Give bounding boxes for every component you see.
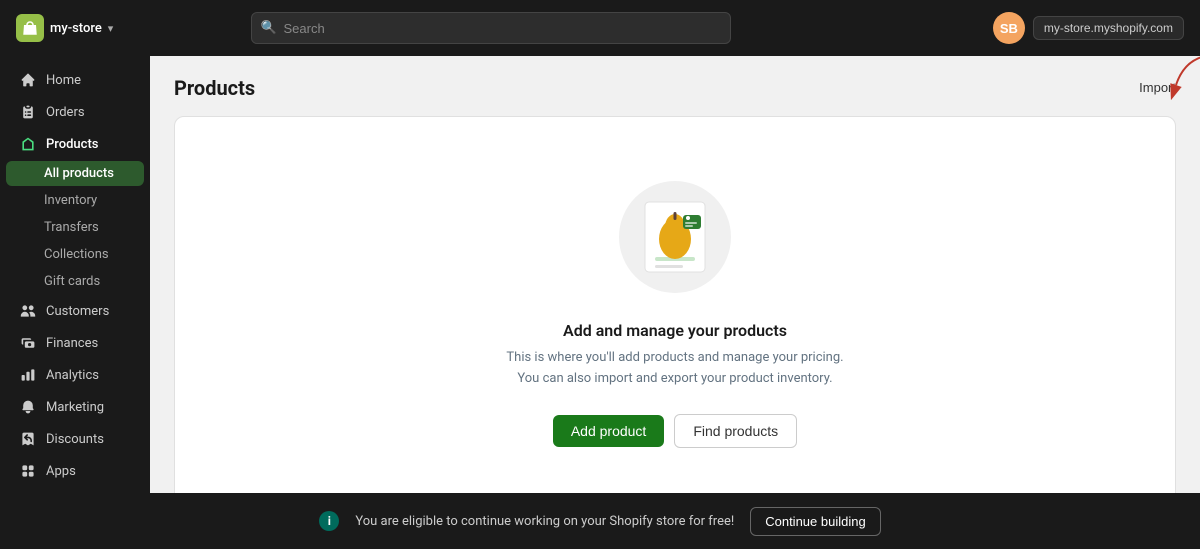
add-product-button[interactable]: Add product <box>553 415 665 447</box>
sidebar-label-finances: Finances <box>46 336 98 351</box>
action-buttons: Add product Find products <box>553 414 797 448</box>
bag-icon <box>21 19 39 37</box>
sidebar-subitem-collections[interactable]: Collections <box>6 242 144 267</box>
empty-state-description: This is where you'll add products and ma… <box>506 348 843 390</box>
search-icon: 🔍 <box>261 21 277 36</box>
sidebar-item-orders[interactable]: Orders <box>6 97 144 127</box>
store-name[interactable]: my-store <box>50 21 102 36</box>
sidebar-item-marketing[interactable]: Marketing <box>6 392 144 422</box>
main-content: Products Import <box>150 56 1200 493</box>
orders-icon <box>20 104 36 120</box>
sidebar-label-marketing: Marketing <box>46 400 104 415</box>
sidebar-subitem-inventory[interactable]: Inventory <box>6 188 144 213</box>
products-empty-state: Add and manage your products This is whe… <box>174 116 1176 493</box>
sidebar-sublabel-transfers: Transfers <box>44 220 99 235</box>
sidebar-sublabel-all-products: All products <box>44 166 114 181</box>
sidebar-label-customers: Customers <box>46 304 109 319</box>
sidebar-item-discounts[interactable]: Discounts <box>6 424 144 454</box>
sidebar-subitem-transfers[interactable]: Transfers <box>6 215 144 240</box>
avatar[interactable]: SB <box>993 12 1025 44</box>
discounts-icon <box>20 431 36 447</box>
search-bar: 🔍 <box>251 12 731 44</box>
marketing-icon <box>20 399 36 415</box>
product-illustration <box>615 177 735 297</box>
sidebar-label-orders: Orders <box>46 105 85 120</box>
sidebar-sublabel-collections: Collections <box>44 247 109 262</box>
sidebar-label-home: Home <box>46 73 81 88</box>
store-button[interactable]: my-store.myshopify.com <box>1033 16 1184 40</box>
sidebar-sublabel-inventory: Inventory <box>44 193 97 208</box>
logo-area: my-store ▾ <box>16 14 113 42</box>
finances-icon <box>20 335 36 351</box>
empty-state-illustration <box>615 177 735 297</box>
topbar-right: SB my-store.myshopify.com <box>993 12 1184 44</box>
sidebar-item-apps[interactable]: Apps <box>6 456 144 486</box>
analytics-icon <box>20 367 36 383</box>
page-header: Products Import <box>174 76 1176 100</box>
store-dropdown-icon[interactable]: ▾ <box>108 22 114 35</box>
products-icon <box>20 136 36 152</box>
sidebar-item-products[interactable]: Products <box>6 129 144 159</box>
find-products-button[interactable]: Find products <box>674 414 797 448</box>
empty-state-title: Add and manage your products <box>563 321 787 340</box>
sidebar-label-discounts: Discounts <box>46 432 104 447</box>
customers-icon <box>20 303 36 319</box>
sidebar-label-analytics: Analytics <box>46 368 99 383</box>
bottom-banner: i You are eligible to continue working o… <box>0 493 1200 549</box>
sidebar-item-home[interactable]: Home <box>6 65 144 95</box>
sidebar-sublabel-gift-cards: Gift cards <box>44 274 100 289</box>
sidebar-label-products: Products <box>46 137 98 152</box>
sidebar-item-customers[interactable]: Customers <box>6 296 144 326</box>
sidebar-item-finances[interactable]: Finances <box>6 328 144 358</box>
page-title: Products <box>174 76 255 100</box>
home-icon <box>20 72 36 88</box>
import-button[interactable]: Import <box>1139 80 1176 95</box>
import-area: Import <box>1139 80 1176 96</box>
topbar: my-store ▾ 🔍 SB my-store.myshopify.com <box>0 0 1200 56</box>
banner-info-icon: i <box>319 511 339 531</box>
sidebar-label-apps: Apps <box>46 464 76 479</box>
continue-building-button[interactable]: Continue building <box>750 507 880 536</box>
search-input[interactable] <box>251 12 731 44</box>
sidebar: Home Orders Products All products Invent… <box>0 56 150 493</box>
sidebar-subitem-gift-cards[interactable]: Gift cards <box>6 269 144 294</box>
shopify-logo <box>16 14 44 42</box>
app-body: Home Orders Products All products Invent… <box>0 56 1200 493</box>
sidebar-subitem-all-products[interactable]: All products <box>6 161 144 186</box>
sidebar-item-analytics[interactable]: Analytics <box>6 360 144 390</box>
banner-text: You are eligible to continue working on … <box>355 514 734 529</box>
apps-icon <box>20 463 36 479</box>
